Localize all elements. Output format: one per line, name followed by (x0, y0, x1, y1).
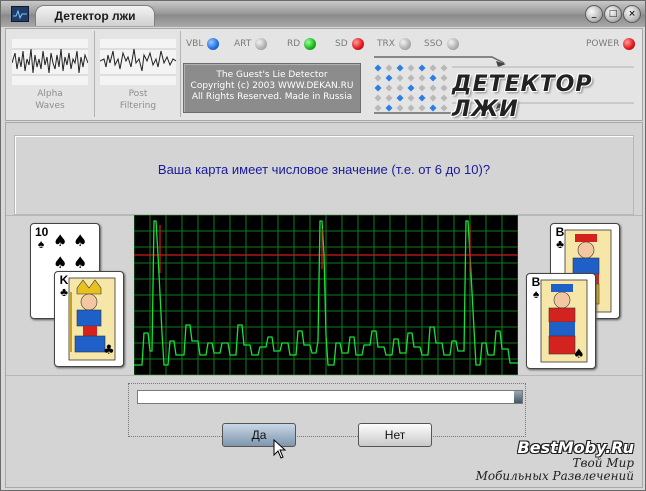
question-text: Ваша карта имеет числовое значение (т.е.… (157, 162, 491, 177)
divider (94, 31, 95, 117)
copyright-line3: All Rights Reserved. Made in Russia (191, 92, 353, 102)
svg-text:♠: ♠ (573, 347, 585, 362)
title-bar[interactable]: Детектор лжи _ □ × (1, 1, 645, 27)
answer-progress-bar (137, 390, 523, 404)
alpha-waves-label: Alpha Waves (10, 88, 90, 112)
trx-led-icon (398, 38, 411, 50)
indicator-sso: SSO (424, 38, 459, 50)
progress-thumb (514, 391, 522, 403)
copyright-line2: Copyright (c) 2003 WWW.DEKAN.RU (190, 81, 354, 91)
divider (6, 375, 642, 376)
main-panel: Ваша карта имеет числовое значение (т.е.… (5, 122, 643, 488)
indicator-rd-label: RD (287, 39, 301, 49)
indicator-sd: SD (335, 38, 364, 50)
svg-text:♠: ♠ (53, 253, 67, 272)
pulse-icon (13, 9, 27, 20)
svg-text:♣: ♣ (103, 343, 115, 358)
post-filtering-monitor: Post Filtering (98, 33, 178, 113)
post-label-line1: Post (128, 89, 148, 99)
mouse-cursor-icon (273, 439, 287, 459)
card-left-front: K ♣ ♣ (54, 271, 124, 367)
sso-led-icon (446, 38, 459, 50)
indicator-rd: RD (287, 38, 317, 50)
king-face-icon: ♣ (68, 277, 116, 361)
maximize-button[interactable]: □ (604, 5, 622, 23)
minimize-button[interactable]: _ (585, 5, 603, 23)
ecg-monitor (134, 215, 518, 375)
alpha-label-line1: Alpha (37, 89, 63, 99)
sd-led-icon (351, 38, 364, 50)
indicator-art-label: ART (234, 39, 252, 49)
svg-text:♠: ♠ (73, 253, 87, 272)
post-label-line2: Filtering (119, 101, 157, 111)
card-right-front: B ♠ ♠ (526, 273, 596, 369)
art-led-icon (255, 38, 268, 50)
alpha-waves-monitor: Alpha Waves (10, 33, 90, 113)
divider (180, 31, 181, 117)
alpha-waves-graph (12, 39, 88, 85)
watermark-line3: Мобильных Развлечений (475, 469, 634, 483)
indicator-power-label: POWER (586, 39, 620, 49)
no-button[interactable]: Нет (358, 423, 432, 447)
post-filtering-label: Post Filtering (98, 88, 178, 112)
power-led-icon (623, 38, 636, 50)
copyright-box: The Guest's Lie Detector Copyright (c) 2… (183, 63, 361, 113)
indicator-art: ART (234, 38, 268, 50)
indicator-vbl: VBL (186, 38, 220, 50)
post-filtering-graph (100, 39, 176, 85)
app-window: Детектор лжи _ □ × Alpha Waves Post Filter… (0, 0, 646, 491)
svg-text:♠: ♠ (73, 231, 87, 250)
indicator-trx: TRX (377, 38, 411, 50)
indicator-sso-label: SSO (424, 39, 443, 49)
status-panel: Alpha Waves Post Filtering VBL ART RD SD T… (5, 28, 643, 122)
jack-face-icon: ♠ (540, 279, 588, 363)
app-logo: ДЕТЕКТОР ЛЖИ (452, 72, 593, 122)
alpha-label-line2: Waves (35, 101, 65, 111)
progress-fill (138, 391, 522, 403)
question-box: Ваша карта имеет числовое значение (т.е.… (14, 135, 634, 215)
svg-text:♠: ♠ (53, 231, 67, 250)
indicator-power: POWER (586, 38, 636, 50)
app-icon[interactable] (11, 6, 29, 22)
indicator-vbl-label: VBL (186, 39, 204, 49)
watermark-site: BestMoby.Ru (517, 438, 634, 457)
rd-led-icon (304, 38, 317, 50)
close-button[interactable]: × (623, 5, 641, 23)
indicator-sd-label: SD (335, 39, 348, 49)
indicator-trx-label: TRX (377, 39, 395, 49)
copyright-line1: The Guest's Lie Detector (216, 70, 328, 80)
vbl-led-icon (207, 38, 220, 50)
watermark: BestMoby.Ru Твой Мир Мобильных Развлечен… (464, 438, 634, 483)
window-title: Детектор лжи (35, 5, 155, 26)
progress-area (128, 383, 526, 437)
